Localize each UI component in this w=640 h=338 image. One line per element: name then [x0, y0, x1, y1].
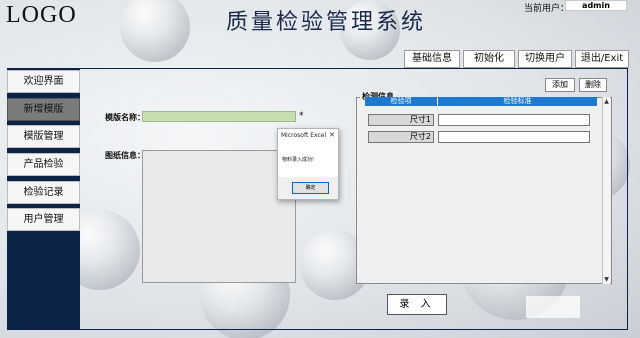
- scroll-down-icon[interactable]: ▼: [603, 276, 610, 283]
- template-name-input[interactable]: [142, 111, 296, 122]
- add-button[interactable]: 添加: [545, 78, 575, 92]
- inspection-item-cell: 尺寸2: [368, 131, 434, 143]
- inspection-standard-input[interactable]: [438, 131, 590, 143]
- sidebar: 欢迎界面 新增模版 模版管理 产品检验 检验记录 用户管理: [7, 68, 80, 330]
- app-title: 质量检验管理系统: [226, 10, 427, 35]
- watermark-blur: [526, 296, 580, 318]
- dialog-footer: 确定: [278, 177, 338, 199]
- dialog-title: Microsoft Excel: [281, 132, 327, 139]
- template-name-label: 模版名称：: [105, 112, 145, 122]
- sidebar-item-new-template[interactable]: 新增模版: [7, 98, 80, 121]
- close-icon[interactable]: ✕: [329, 131, 335, 139]
- column-header-item: 检验项: [365, 97, 437, 106]
- sidebar-item-product-inspection[interactable]: 产品检验: [7, 153, 80, 176]
- drawing-info-label: 图纸信息：: [105, 150, 145, 160]
- dialog-message: 物料录入成功!: [282, 157, 315, 163]
- enter-button[interactable]: 录 入: [387, 294, 447, 315]
- switch-user-button[interactable]: 切换用户: [518, 50, 572, 68]
- basic-info-button[interactable]: 基础信息: [404, 50, 460, 68]
- current-user-value: admin: [565, 0, 627, 11]
- inspection-grid-header: 检验项 检验标准: [365, 97, 597, 106]
- column-header-standard: 检验标准: [437, 97, 597, 106]
- scroll-up-icon[interactable]: ▲: [603, 98, 610, 105]
- exit-button[interactable]: 退出/Exit: [575, 50, 629, 68]
- sidebar-item-user-management[interactable]: 用户管理: [7, 208, 80, 231]
- initialize-button[interactable]: 初始化: [463, 50, 515, 68]
- decorative-bubble: [120, 0, 190, 62]
- drawing-image-area[interactable]: [142, 150, 296, 283]
- inspection-item-cell: 尺寸1: [368, 114, 434, 126]
- current-user-label: 当前用户：: [524, 4, 570, 14]
- logo: LOGO: [6, 2, 77, 28]
- sidebar-item-welcome[interactable]: 欢迎界面: [7, 70, 80, 93]
- inspection-standard-input[interactable]: [438, 114, 590, 126]
- delete-button[interactable]: 删除: [579, 78, 607, 92]
- ok-button[interactable]: 确定: [292, 182, 329, 194]
- top-toolbar: 基础信息 初始化 切换用户 退出/Exit: [404, 50, 629, 68]
- sidebar-item-inspection-records[interactable]: 检验记录: [7, 181, 80, 204]
- sidebar-item-template-management[interactable]: 模版管理: [7, 125, 80, 148]
- required-mark: *: [299, 111, 304, 121]
- inspection-scrollbar[interactable]: ▲ ▼: [602, 97, 610, 284]
- message-dialog: Microsoft Excel ✕ 物料录入成功! 确定: [277, 128, 339, 200]
